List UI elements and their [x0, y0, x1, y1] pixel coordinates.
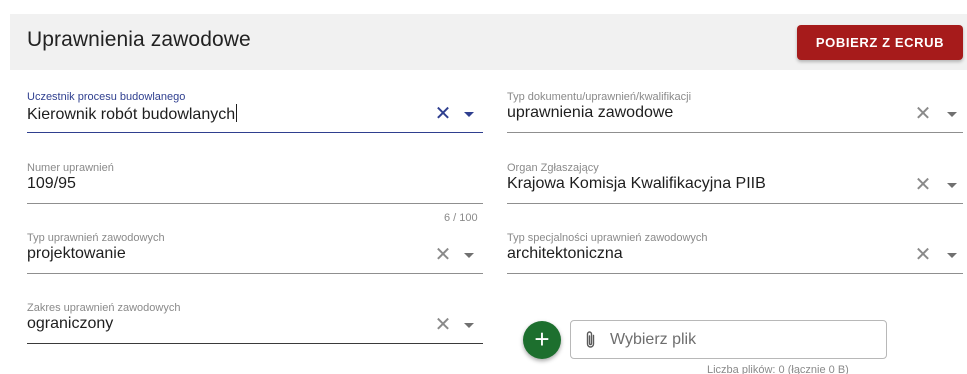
field-underline	[27, 343, 483, 344]
license-type-value[interactable]: projektowanie	[27, 245, 126, 263]
reporting-authority-field[interactable]: Organ Zgłaszający Krajowa Komisja Kwalif…	[507, 162, 963, 204]
file-picker-input[interactable]: Wybierz plik	[570, 320, 887, 359]
field-underline	[507, 132, 963, 133]
page-left-edge	[0, 0, 10, 374]
text-caret	[236, 104, 238, 122]
field-underline	[27, 273, 483, 274]
card-header: Uprawnienia zawodowe POBIERZ Z ECRUB	[10, 14, 967, 70]
chevron-down-icon[interactable]	[464, 112, 474, 117]
reporting-authority-label: Organ Zgłaszający	[507, 162, 599, 174]
file-picker-placeholder: Wybierz plik	[610, 331, 697, 348]
license-type-field[interactable]: Typ uprawnień zawodowych projektowanie ✕	[27, 232, 483, 274]
participant-field[interactable]: Uczestnik procesu budowlanego Kierownik …	[27, 91, 483, 133]
card-title: Uprawnienia zawodowe	[27, 28, 251, 51]
character-counter: 6 / 100	[444, 212, 478, 224]
close-icon[interactable]: ✕	[433, 104, 453, 124]
license-scope-value[interactable]: ograniczony	[27, 315, 113, 333]
chevron-down-icon[interactable]	[464, 253, 474, 258]
license-number-field[interactable]: Numer uprawnień 109/95	[27, 162, 483, 204]
chevron-down-icon[interactable]	[464, 323, 474, 328]
close-icon[interactable]: ✕	[913, 104, 933, 124]
chevron-down-icon[interactable]	[947, 183, 957, 188]
license-number-label: Numer uprawnień	[27, 162, 114, 174]
license-number-value[interactable]: 109/95	[27, 175, 76, 193]
close-icon[interactable]: ✕	[433, 315, 453, 335]
document-type-field[interactable]: Typ dokumentu/uprawnień/kwalifikacji upr…	[507, 91, 963, 133]
license-scope-label: Zakres uprawnień zawodowych	[27, 302, 181, 314]
close-icon[interactable]: ✕	[913, 245, 933, 265]
field-underline	[507, 273, 963, 274]
chevron-down-icon[interactable]	[947, 253, 957, 258]
chevron-down-icon[interactable]	[947, 112, 957, 117]
fetch-from-ecrub-button[interactable]: POBIERZ Z ECRUB	[797, 25, 963, 60]
specialty-type-field[interactable]: Typ specjalności uprawnień zawodowych ar…	[507, 232, 963, 274]
reporting-authority-value[interactable]: Krajowa Komisja Kwalifikacyjna PIIB	[507, 175, 766, 193]
plus-icon: +	[534, 324, 550, 354]
document-type-label: Typ dokumentu/uprawnień/kwalifikacji	[507, 91, 692, 103]
field-underline	[507, 203, 963, 204]
license-type-label: Typ uprawnień zawodowych	[27, 232, 165, 244]
add-file-button[interactable]: +	[523, 321, 561, 359]
specialty-type-value[interactable]: architektoniczna	[507, 245, 623, 263]
field-underline	[27, 203, 483, 204]
participant-label: Uczestnik procesu budowlanego	[27, 91, 186, 103]
field-underline	[27, 131, 483, 133]
specialty-type-label: Typ specjalności uprawnień zawodowych	[507, 232, 708, 244]
close-icon[interactable]: ✕	[913, 175, 933, 195]
license-scope-field[interactable]: Zakres uprawnień zawodowych ograniczony …	[27, 302, 483, 344]
close-icon[interactable]: ✕	[433, 245, 453, 265]
file-count-text: Liczba plików: 0 (łącznie 0 B)	[707, 364, 849, 374]
document-type-value[interactable]: uprawnienia zawodowe	[507, 104, 673, 122]
paperclip-icon	[586, 331, 595, 348]
participant-value[interactable]: Kierownik robót budowlanych	[27, 104, 238, 124]
